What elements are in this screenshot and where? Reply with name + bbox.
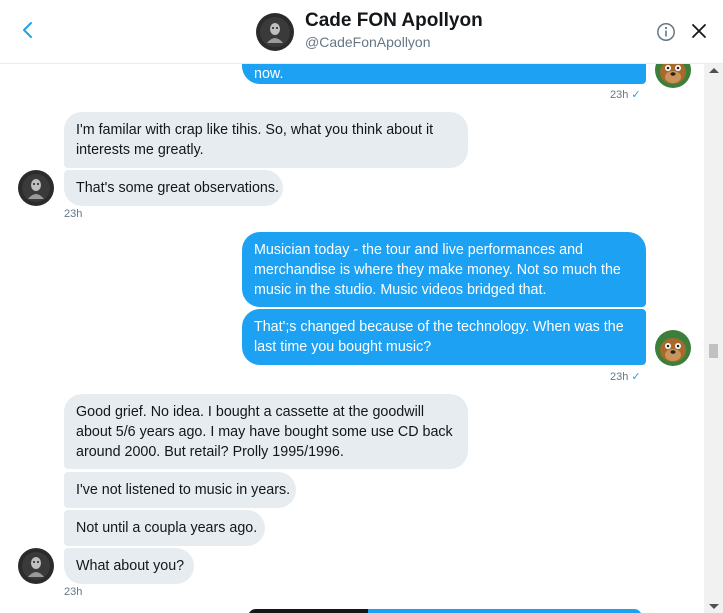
message-text-line: I'm familar with crap like tihis. So, wh… <box>76 122 434 138</box>
message-text-line: Musician today - the tour and live perfo… <box>254 242 584 258</box>
message-bubble-outgoing[interactable]: now. <box>242 64 646 84</box>
sent-check-icon: ✓ <box>631 371 641 383</box>
scroll-down-arrow-icon[interactable] <box>709 604 719 609</box>
avatar[interactable] <box>655 330 691 366</box>
message-text-line: music in the studio. Music videos bridge… <box>254 282 547 298</box>
message-timestamp: 23h ✓ <box>610 371 641 383</box>
message-bubble-outgoing[interactable] <box>248 609 642 613</box>
scrollbar[interactable] <box>704 64 723 613</box>
message-bubble-incoming[interactable]: Good grief. No idea. I bought a cassette… <box>64 394 468 469</box>
avatar[interactable] <box>18 548 54 584</box>
avatar[interactable] <box>18 170 54 206</box>
bubble-edge <box>368 609 642 613</box>
message-text: now. <box>254 66 284 82</box>
media-preview <box>248 609 368 613</box>
back-button[interactable] <box>16 18 40 42</box>
message-text: I've not listened to music in years. <box>76 482 291 498</box>
scroll-up-arrow-icon[interactable] <box>709 68 719 73</box>
message-text-line: interests me greatly. <box>76 142 204 158</box>
message-text: What about you? <box>76 558 185 574</box>
message-text: Not until a coupla years ago. <box>76 520 258 536</box>
chevron-left-icon <box>23 22 32 38</box>
conversation-header: Cade FON Apollyon @CadeFonApollyon <box>0 0 723 64</box>
message-text: That's some great observations. <box>76 180 279 196</box>
avatar[interactable] <box>256 13 294 51</box>
message-bubble-incoming[interactable]: I'm familar with crap like tihis. So, wh… <box>64 112 468 168</box>
message-bubble-incoming[interactable]: I've not listened to music in years. <box>64 472 296 508</box>
info-icon <box>657 23 675 41</box>
message-bubble-incoming[interactable]: What about you? <box>64 548 194 584</box>
info-button[interactable] <box>656 22 676 42</box>
message-timestamp: 23h <box>64 208 83 220</box>
message-list[interactable]: now. 23h ✓ I'm familar with crap like tih… <box>0 64 704 613</box>
message-bubble-incoming[interactable]: That's some great observations. <box>64 170 283 206</box>
message-text-line: around 2000. But retail? Prolly 1995/199… <box>76 444 344 460</box>
close-icon <box>692 24 706 38</box>
message-text-line: That';s changed because of the technolog… <box>254 319 624 335</box>
contact-name[interactable]: Cade FON Apollyon <box>305 10 483 32</box>
contact-handle: @CadeFonApollyon <box>305 34 431 50</box>
message-text-line: last time you bought music? <box>254 339 432 355</box>
message-text-line: Good grief. No idea. I bought a cassette… <box>76 404 425 420</box>
message-text-line: merchandise is where they make money. No… <box>254 262 621 278</box>
message-text-line: about 5/6 years ago. I may have bought s… <box>76 424 453 440</box>
message-bubble-outgoing[interactable]: That';s changed because of the technolog… <box>242 309 646 365</box>
message-bubble-incoming[interactable]: Not until a coupla years ago. <box>64 510 265 546</box>
message-timestamp: 23h ✓ <box>610 89 641 101</box>
avatar[interactable] <box>655 64 691 88</box>
sent-check-icon: ✓ <box>631 89 641 101</box>
close-button[interactable] <box>690 22 708 40</box>
scrollbar-thumb[interactable] <box>709 344 718 358</box>
message-bubble-outgoing[interactable]: Musician today - the tour and live perfo… <box>242 232 646 307</box>
message-timestamp: 23h <box>64 586 83 598</box>
